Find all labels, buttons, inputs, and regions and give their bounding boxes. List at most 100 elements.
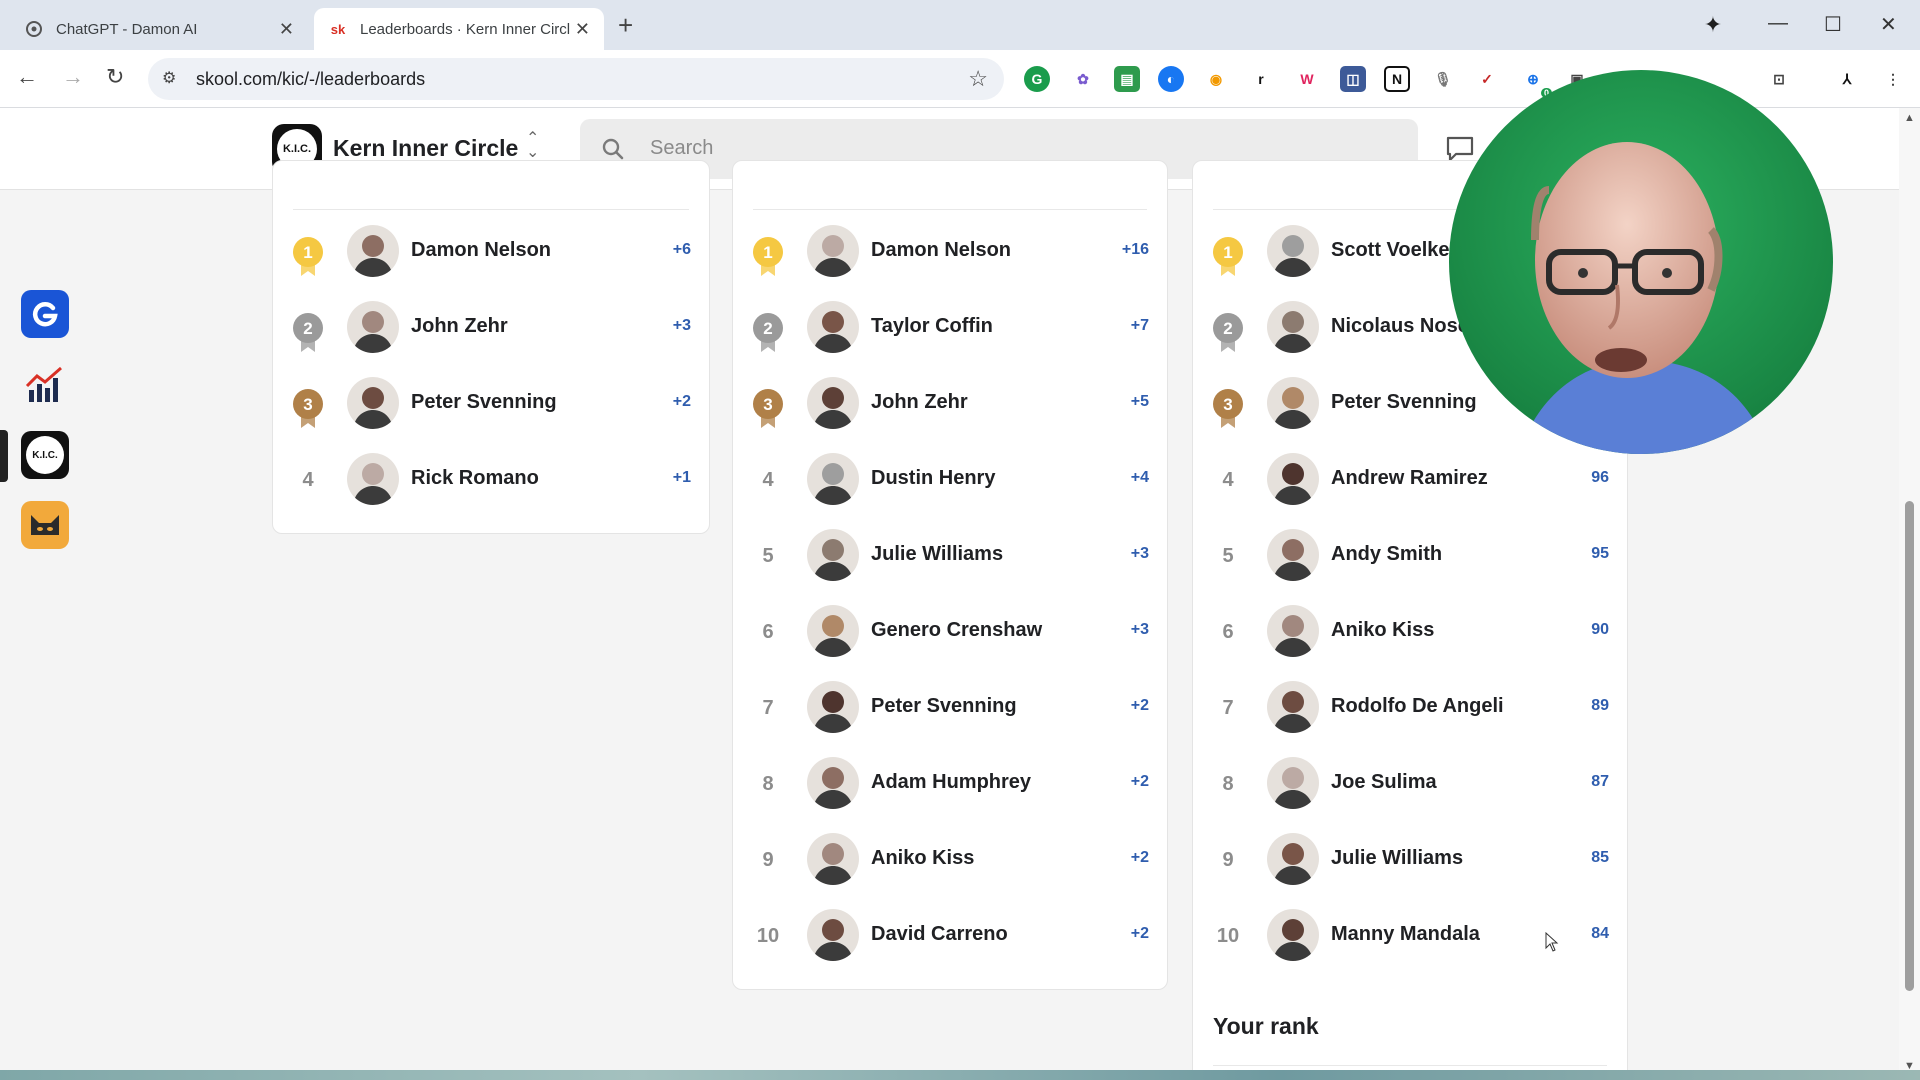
avatar[interactable]	[1267, 225, 1319, 277]
member-name[interactable]: Dustin Henry	[871, 467, 995, 490]
avatar[interactable]	[807, 529, 859, 581]
rail-app-g[interactable]	[21, 290, 69, 338]
leaderboard-row[interactable]: 8 Joe Sulima 87	[1193, 745, 1627, 821]
member-name[interactable]: Damon Nelson	[411, 239, 551, 262]
member-name[interactable]: Peter Svenning	[411, 391, 557, 414]
rail-app-cat[interactable]	[21, 501, 69, 549]
leaderboard-row[interactable]: 5 Andy Smith 95	[1193, 517, 1627, 593]
sheet-extension-icon[interactable]: ▤	[1114, 66, 1140, 92]
leaderboard-row[interactable]: 7 Peter Svenning +2	[733, 669, 1167, 745]
leaderboard-row[interactable]: 4 Dustin Henry +4	[733, 441, 1167, 517]
avatar[interactable]	[1267, 377, 1319, 429]
member-name[interactable]: Aniko Kiss	[1331, 619, 1434, 642]
rail-app-kic[interactable]: K.I.C.	[21, 431, 69, 479]
scroll-thumb[interactable]	[1905, 501, 1914, 991]
window-close-button[interactable]: ✕	[1880, 12, 1897, 37]
leaderboard-row[interactable]: 6 Aniko Kiss 90	[1193, 593, 1627, 669]
avatar[interactable]	[807, 301, 859, 353]
avatar[interactable]	[347, 301, 399, 353]
search-input[interactable]: Search	[650, 137, 713, 160]
leaderboard-row[interactable]: 6 Genero Crenshaw +3	[733, 593, 1167, 669]
globe-extension-icon[interactable]: ⊕ 0	[1520, 66, 1552, 98]
leaderboard-row[interactable]: 2 Taylor Coffin +7	[733, 289, 1167, 365]
member-name[interactable]: Andrew Ramirez	[1331, 467, 1488, 490]
avatar[interactable]	[1267, 301, 1319, 353]
new-tab-button[interactable]: +	[618, 10, 633, 41]
gemini-sparkle-icon[interactable]: ✦	[1696, 8, 1730, 42]
profile-icon[interactable]: ⅄	[1834, 66, 1860, 92]
rail-app-chart[interactable]	[21, 360, 69, 408]
leaderboard-row[interactable]: 9 Julie Williams 85	[1193, 821, 1627, 897]
avatar[interactable]	[807, 377, 859, 429]
community-name[interactable]: Kern Inner Circle	[333, 135, 518, 162]
member-name[interactable]: Scott Voelker	[1331, 239, 1457, 262]
menu-dots-icon[interactable]: ⋮	[1880, 66, 1906, 92]
avatar[interactable]	[807, 757, 859, 809]
community-switcher-icon[interactable]: ⌃ ⌄	[526, 131, 539, 161]
avatar[interactable]	[807, 681, 859, 733]
member-name[interactable]: Adam Humphrey	[871, 771, 1031, 794]
w-extension-icon[interactable]: W	[1294, 66, 1320, 92]
member-name[interactable]: Julie Williams	[1331, 847, 1463, 870]
avatar[interactable]	[347, 225, 399, 277]
leaderboard-row[interactable]: 5 Julie Williams +3	[733, 517, 1167, 593]
microphone-icon[interactable]: 🎙	[1430, 66, 1456, 92]
member-name[interactable]: John Zehr	[411, 315, 508, 338]
reload-icon[interactable]: ↻	[106, 64, 124, 90]
close-tab-icon[interactable]: ✕	[279, 19, 294, 40]
leaderboard-row[interactable]: 1 Damon Nelson +6	[273, 213, 709, 289]
leaderboard-row[interactable]: 3 Peter Svenning +2	[273, 365, 709, 441]
address-bar[interactable]: ⚙ skool.com/kic/-/leaderboards ☆	[148, 58, 1004, 100]
leaderboard-row[interactable]: 4 Andrew Ramirez 96	[1193, 441, 1627, 517]
member-name[interactable]: Peter Svenning	[1331, 391, 1477, 414]
avatar[interactable]	[1267, 453, 1319, 505]
member-name[interactable]: Aniko Kiss	[871, 847, 974, 870]
site-settings-icon[interactable]: ⚙	[162, 68, 176, 88]
browser-tab-leaderboards[interactable]: sk Leaderboards · Kern Inner Circle ✕	[314, 8, 604, 50]
url-text[interactable]: skool.com/kic/-/leaderboards	[196, 69, 425, 90]
page-scrollbar[interactable]: ▲ ▼	[1899, 108, 1920, 1078]
avatar[interactable]	[807, 453, 859, 505]
circle-extension-icon[interactable]: ◐	[1158, 66, 1184, 92]
avatar[interactable]	[1267, 681, 1319, 733]
avatar[interactable]	[807, 909, 859, 961]
flower-extension-icon[interactable]: ✿	[1070, 66, 1096, 92]
check-extension-icon[interactable]: ✓	[1474, 66, 1500, 92]
member-name[interactable]: Rick Romano	[411, 467, 539, 490]
tab-search-icon[interactable]: ⊡	[1766, 66, 1792, 92]
rss-icon[interactable]: ◉	[1203, 66, 1229, 92]
member-name[interactable]: Peter Svenning	[871, 695, 1017, 718]
leaderboard-row[interactable]: 1 Damon Nelson +16	[733, 213, 1167, 289]
avatar[interactable]	[1267, 757, 1319, 809]
member-name[interactable]: Andy Smith	[1331, 543, 1442, 566]
grammarly-icon[interactable]: G	[1024, 66, 1050, 92]
leaderboard-row[interactable]: 8 Adam Humphrey +2	[733, 745, 1167, 821]
r-extension-icon[interactable]: r	[1248, 66, 1274, 92]
member-name[interactable]: Julie Williams	[871, 543, 1003, 566]
avatar[interactable]	[347, 453, 399, 505]
avatar[interactable]	[1267, 605, 1319, 657]
screen-extension-icon[interactable]: ◫	[1340, 66, 1366, 92]
member-name[interactable]: Manny Mandala	[1331, 923, 1480, 946]
avatar[interactable]	[807, 833, 859, 885]
member-name[interactable]: David Carreno	[871, 923, 1008, 946]
forward-arrow-icon[interactable]: →	[62, 64, 84, 90]
leaderboard-row[interactable]: 9 Aniko Kiss +2	[733, 821, 1167, 897]
notion-icon[interactable]: N	[1384, 66, 1410, 92]
leaderboard-row[interactable]: 3 John Zehr +5	[733, 365, 1167, 441]
avatar[interactable]	[347, 377, 399, 429]
maximize-button[interactable]: ☐	[1824, 12, 1842, 37]
back-arrow-icon[interactable]: ←	[16, 64, 38, 90]
member-name[interactable]: Joe Sulima	[1331, 771, 1437, 794]
member-name[interactable]: John Zehr	[871, 391, 968, 414]
close-tab-icon[interactable]: ✕	[575, 19, 590, 40]
minimize-button[interactable]: —	[1768, 12, 1788, 35]
member-name[interactable]: Damon Nelson	[871, 239, 1011, 262]
avatar[interactable]	[1267, 529, 1319, 581]
member-name[interactable]: Rodolfo De Angeli	[1331, 695, 1504, 718]
bookmark-star-icon[interactable]: ☆	[968, 66, 988, 92]
avatar[interactable]	[807, 225, 859, 277]
member-name[interactable]: Genero Crenshaw	[871, 619, 1042, 642]
leaderboard-row[interactable]: 7 Rodolfo De Angeli 89	[1193, 669, 1627, 745]
leaderboard-row[interactable]: 10 David Carreno +2	[733, 897, 1167, 973]
